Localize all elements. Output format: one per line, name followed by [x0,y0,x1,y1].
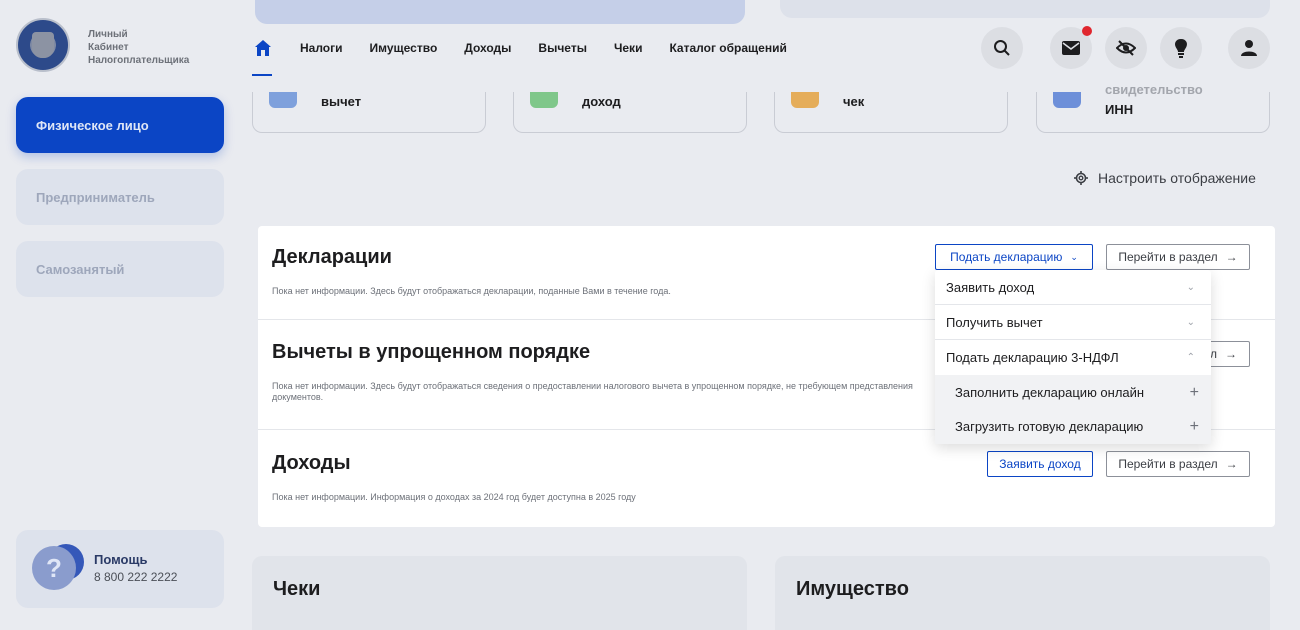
inn-certificate-icon [1053,92,1081,108]
arrow-right-icon: → [1225,347,1237,361]
nav-requests-catalog[interactable]: Каталог обращений [669,41,786,55]
declare-income-label: Заявить доход [999,457,1081,471]
search-button[interactable] [981,27,1023,69]
plus-icon: + [1189,383,1199,401]
submit-declaration-label: Подать декларацию [950,250,1063,264]
help-phone: 8 800 222 2222 [94,570,178,584]
submit-declaration-button[interactable]: Подать декларацию ⌄ [935,244,1093,270]
declarations-goto-button[interactable]: Перейти в раздел → [1106,244,1250,270]
help-block[interactable]: ? Помощь 8 800 222 2222 [16,530,224,608]
fns-logo[interactable] [16,18,70,72]
mail-icon [1062,41,1080,55]
goto-label: Перейти в раздел [1118,250,1218,264]
profile-icon [1241,40,1257,56]
dropdown-subitem-upload[interactable]: Загрузить готовую декларацию + [935,409,1211,444]
deduction-icon [269,92,297,108]
dropdown-item-declare-income[interactable]: Заявить доход ⌄ [935,270,1211,305]
nav-taxes[interactable]: Налоги [300,41,343,55]
tips-button[interactable] [1160,27,1202,69]
receipts-card-title: Чеки [273,578,321,600]
chevron-down-icon: ⌄ [1070,251,1078,262]
question-icon: ? [32,546,76,590]
profile-button[interactable] [1228,27,1270,69]
arrow-right-icon: → [1225,250,1238,264]
dropdown-subitem-fill-online[interactable]: Заполнить декларацию онлайн + [935,375,1211,410]
hide-amounts-button[interactable] [1105,27,1147,69]
nav-receipts[interactable]: Чеки [614,41,643,55]
quick-card-receipt[interactable]: чек [774,92,1008,133]
declarations-desc: Пока нет информации. Здесь будут отображ… [272,286,671,296]
brand-name[interactable]: Личный Кабинет Налогоплательщика [88,28,189,67]
goto-label: Перейти в раздел [1118,457,1218,471]
brand-line-2: Кабинет [88,42,129,53]
hide-eye-icon [1116,40,1136,56]
lightbulb-icon [1175,39,1187,58]
property-card-title: Имущество [796,578,909,600]
dropdown-item-label: Получить вычет [946,315,1043,330]
brand-line-3: Налогоплательщика [88,55,190,66]
quick-card-label: доход [582,94,621,109]
income-goto-button[interactable]: Перейти в раздел → [1106,451,1250,477]
chevron-down-icon: ⌄ [1186,282,1195,293]
quick-card-label: чек [843,94,865,109]
quick-card-label: вычет [321,94,362,109]
sidebar-item-self-employed[interactable]: Самозанятый [16,241,224,297]
arrow-right-icon: → [1225,457,1238,471]
dropdown-item-label: Заявить доход [946,280,1035,295]
dropdown-item-label: Загрузить готовую декларацию [955,419,1144,434]
dropdown-item-label: Заполнить декларацию онлайн [955,385,1145,400]
quick-card-income[interactable]: доход [513,92,747,133]
nav-property[interactable]: Имущество [370,41,438,55]
gear-icon [1074,171,1088,185]
notification-dot [1082,26,1092,36]
goto-label: л [1209,347,1217,361]
quick-card-label-top: свидетельство [1105,82,1203,97]
simplified-deductions-title: Вычеты в упрощенном порядке [272,341,591,363]
receipt-icon [791,92,819,108]
sidebar-item-label: Предприниматель [36,189,155,205]
income-desc: Пока нет информации. Информация о дохода… [272,492,636,502]
home-active-indicator [252,74,272,76]
declarations-title: Декларации [272,246,392,268]
sidebar-item-label: Самозанятый [36,261,125,277]
sidebar-item-label: Физическое лицо [36,117,149,133]
income-icon [530,92,558,108]
help-title: Помощь [94,552,148,567]
sidebar-item-entrepreneur[interactable]: Предприниматель [16,169,224,225]
top-banner-blur [255,0,745,24]
nav-income[interactable]: Доходы [464,41,511,55]
dropdown-item-get-deduction[interactable]: Получить вычет ⌄ [935,305,1211,340]
brand-line-1: Личный [88,29,128,40]
quick-card-deduction[interactable]: вычет [252,92,486,133]
quick-card-label: ИНН [1105,102,1134,117]
search-icon [994,40,1010,56]
home-icon[interactable] [254,39,272,57]
income-title: Доходы [272,452,351,474]
declare-income-button[interactable]: Заявить доход [987,451,1093,477]
top-banner-blur-right [780,0,1270,18]
configure-display-link[interactable]: Настроить отображение [1074,170,1256,186]
configure-display-label: Настроить отображение [1098,170,1256,186]
dropdown-item-3ndfl[interactable]: Подать декларацию 3-НДФЛ ⌃ [935,340,1211,375]
plus-icon: + [1189,417,1199,435]
quick-card-inn[interactable]: свидетельство ИНН [1036,82,1270,133]
dropdown-item-label: Подать декларацию 3-НДФЛ [946,350,1119,365]
chevron-up-icon: ⌃ [1186,352,1195,363]
simplified-deductions-desc: Пока нет информации. Здесь будут отображ… [272,381,913,402]
submit-declaration-dropdown: Заявить доход ⌄ Получить вычет ⌄ Подать … [935,270,1211,444]
main-nav: Налоги Имущество Доходы Вычеты Чеки Ката… [252,36,814,60]
chevron-down-icon: ⌄ [1186,317,1195,328]
property-card[interactable]: Имущество [775,556,1270,630]
receipts-card[interactable]: Чеки [252,556,747,630]
sidebar-item-individual[interactable]: Физическое лицо [16,97,224,153]
nav-deductions[interactable]: Вычеты [538,41,587,55]
